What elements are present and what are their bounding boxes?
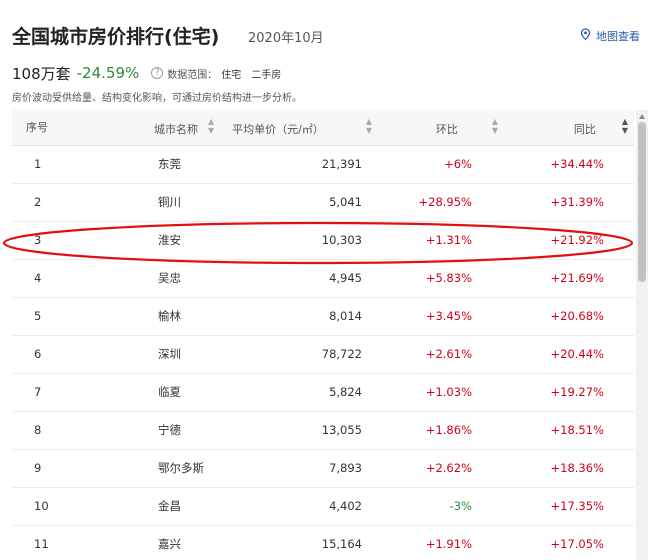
yoy-cell: +19.27% (512, 373, 634, 412)
city-cell: 淮安 (82, 221, 202, 260)
price-note: 房价波动受供给量、结构变化影响，可通过房价结构进一步分析。 (12, 93, 302, 104)
yoy-cell: +17.35% (512, 487, 634, 526)
scope-label: 数据范围： (167, 69, 218, 81)
summary-bar: 108万套 -24.59% ? 数据范围： 住宅 二手房 (12, 62, 281, 84)
mom-cell: +3.45% (372, 297, 512, 336)
mom-cell: +6% (372, 145, 512, 184)
yoy-cell: +20.68% (512, 297, 634, 336)
rank-cell: 4 (12, 259, 82, 298)
map-pin-icon (579, 28, 596, 44)
yoy-cell: +21.69% (512, 259, 634, 298)
table-row[interactable]: 2 铜川 5,041 +28.95% +31.39% (12, 183, 634, 222)
table-row[interactable]: 9 鄂尔多斯 7,893 +2.62% +18.36% (12, 449, 634, 488)
price-cell: 4,402 (202, 487, 372, 526)
city-cell: 临夏 (82, 373, 202, 412)
yoy-cell: +18.51% (512, 411, 634, 450)
city-cell: 铜川 (82, 183, 202, 222)
total-change: -24.59% (76, 64, 140, 82)
rank-cell: 5 (12, 297, 82, 336)
price-cell: 5,824 (202, 373, 372, 412)
rank-cell: 1 (12, 145, 82, 184)
yoy-cell: +20.44% (512, 335, 634, 374)
price-cell: 78,722 (202, 335, 372, 374)
rank-cell: 9 (12, 449, 82, 488)
city-cell: 鄂尔多斯 (82, 449, 204, 488)
mom-cell: +1.91% (372, 525, 512, 560)
page-title: 全国城市房价排行(住宅) (12, 26, 220, 48)
rank-cell: 11 (12, 525, 82, 560)
sort-caret-icon[interactable]: ▲ ▼ (492, 117, 498, 135)
city-cell: 深圳 (82, 335, 202, 374)
scroll-up-icon[interactable] (639, 114, 645, 119)
mom-cell: +1.86% (372, 411, 512, 450)
table-row[interactable]: 11 嘉兴 15,164 +1.91% +17.05% (12, 525, 634, 560)
sort-caret-icon[interactable]: ▲ ▼ (622, 117, 628, 135)
mom-cell: +2.62% (372, 449, 512, 488)
price-cell: 5,041 (202, 183, 372, 222)
price-cell: 15,164 (202, 525, 372, 560)
rank-cell: 3 (12, 221, 82, 260)
mom-cell: -3% (372, 487, 512, 526)
col-header-price[interactable]: 平均单价（元/㎡）▲ ▼ (202, 110, 372, 146)
price-cell: 10,303 (202, 221, 372, 260)
yoy-cell: +17.05% (512, 525, 634, 560)
col-header-rank: 序号 (12, 110, 82, 146)
rank-cell: 8 (12, 411, 82, 450)
table-row[interactable]: 3 淮安 10,303 +1.31% +21.92% (12, 221, 634, 260)
city-cell: 金昌 (82, 487, 202, 526)
rank-cell: 2 (12, 183, 82, 222)
ranking-table: 序号 城市名称▲ ▼ 平均单价（元/㎡）▲ ▼ 环比▲ ▼ 同比▲ ▼ 1 东莞 21,39… (12, 110, 634, 560)
table-header-row: 序号 城市名称▲ ▼ 平均单价（元/㎡）▲ ▼ 环比▲ ▼ 同比▲ ▼ (12, 110, 634, 146)
city-cell: 宁德 (82, 411, 202, 450)
sort-caret-icon[interactable]: ▲ ▼ (208, 117, 214, 135)
price-cell: 7,893 (202, 449, 372, 488)
yoy-cell: +31.39% (512, 183, 634, 222)
yoy-cell: +34.44% (512, 145, 634, 184)
total-listings: 108万套 (12, 64, 71, 83)
scrollbar-thumb[interactable] (638, 122, 646, 282)
rank-cell: 7 (12, 373, 82, 412)
sort-caret-icon[interactable]: ▲ ▼ (366, 117, 372, 135)
col-header-yoy[interactable]: 同比▲ ▼ (512, 110, 634, 146)
scope-values: 住宅 二手房 (221, 69, 282, 81)
table-row[interactable]: 6 深圳 78,722 +2.61% +20.44% (12, 335, 634, 374)
table-row[interactable]: 5 榆林 8,014 +3.45% +20.68% (12, 297, 634, 336)
mom-cell: +5.83% (372, 259, 512, 298)
col-header-mom[interactable]: 环比▲ ▼ (372, 110, 512, 146)
yoy-cell: +21.92% (512, 221, 634, 260)
city-cell: 榆林 (82, 297, 202, 336)
table-row[interactable]: 8 宁德 13,055 +1.86% +18.51% (12, 411, 634, 450)
mom-cell: +28.95% (372, 183, 512, 222)
map-view-label: 地图查看 (596, 30, 640, 43)
table-row[interactable]: 1 东莞 21,391 +6% +34.44% (12, 145, 634, 184)
rank-cell: 10 (12, 487, 82, 526)
rank-cell: 6 (12, 335, 82, 374)
city-cell: 东莞 (82, 145, 202, 184)
table-row[interactable]: 7 临夏 5,824 +1.03% +19.27% (12, 373, 634, 412)
vertical-scrollbar[interactable] (636, 110, 648, 560)
col-header-city[interactable]: 城市名称▲ ▼ (82, 110, 214, 146)
price-cell: 21,391 (202, 145, 372, 184)
city-cell: 嘉兴 (82, 525, 202, 560)
report-date: 2020年10月 (248, 31, 324, 46)
header: 全国城市房价排行(住宅) 2020年10月 地图查看 (12, 22, 640, 52)
table-body: 1 东莞 21,391 +6% +34.44% 2 铜川 5,041 +28.95% +31.39… (12, 145, 634, 560)
question-circle-icon[interactable]: ? (151, 67, 164, 79)
price-cell: 13,055 (202, 411, 372, 450)
city-cell: 吴忠 (82, 259, 202, 298)
mom-cell: +1.03% (372, 373, 512, 412)
yoy-cell: +18.36% (512, 449, 634, 488)
table-row[interactable]: 4 吴忠 4,945 +5.83% +21.69% (12, 259, 634, 298)
price-cell: 8,014 (202, 297, 372, 336)
mom-cell: +2.61% (372, 335, 512, 374)
price-cell: 4,945 (202, 259, 372, 298)
map-view-link[interactable]: 地图查看 (579, 28, 640, 44)
table-row[interactable]: 10 金昌 4,402 -3% +17.35% (12, 487, 634, 526)
mom-cell: +1.31% (372, 221, 512, 260)
ranking-table-container: 序号 城市名称▲ ▼ 平均单价（元/㎡）▲ ▼ 环比▲ ▼ 同比▲ ▼ 1 东莞 21,39… (12, 110, 638, 560)
